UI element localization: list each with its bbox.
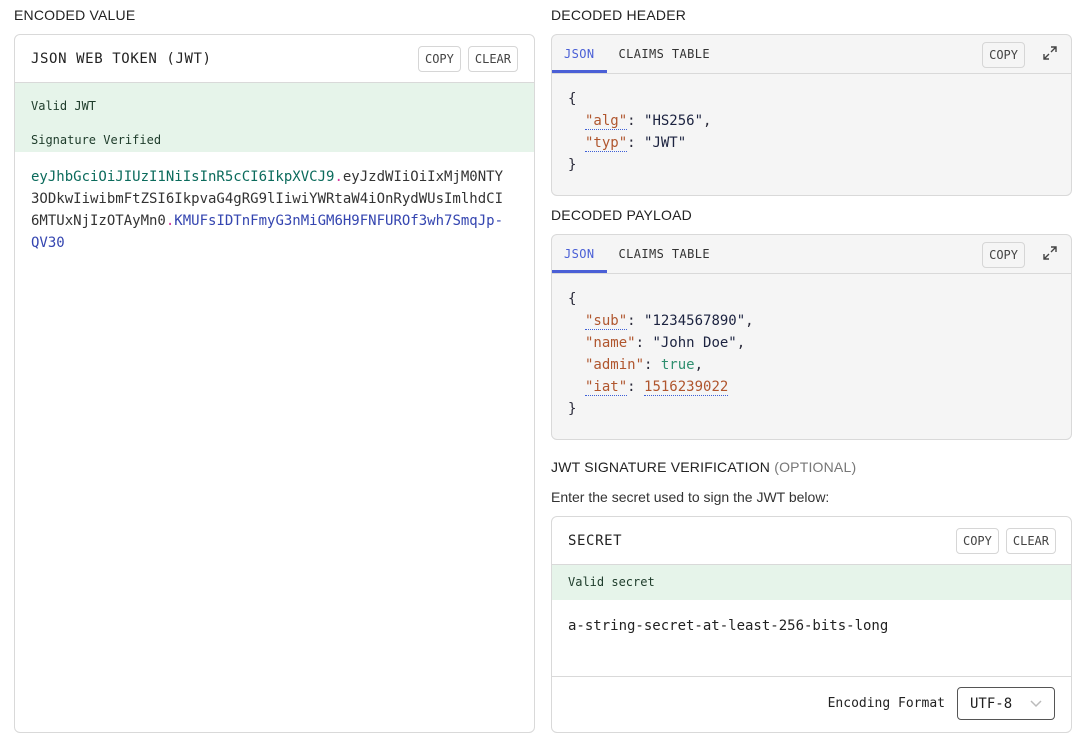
- decoded-payload-panel: JSON CLAIMS TABLE COPY { "sub": "1234567…: [551, 234, 1072, 440]
- signature-verification-title: JWT SIGNATURE VERIFICATION (OPTIONAL): [551, 459, 856, 475]
- decoded-header-title: DECODED HEADER: [551, 7, 686, 23]
- json-key[interactable]: "sub": [585, 313, 627, 330]
- clear-jwt-button[interactable]: CLEAR: [468, 46, 518, 72]
- optional-label: (OPTIONAL): [774, 459, 856, 475]
- secret-input[interactable]: a-string-secret-at-least-256-bits-long: [552, 600, 1071, 677]
- secret-instruction: Enter the secret used to sign the JWT be…: [551, 489, 829, 505]
- secret-panel: SECRET COPY CLEAR Valid secret a-string-…: [551, 516, 1072, 733]
- json-value: "1234567890": [644, 313, 745, 329]
- sep: :: [627, 135, 644, 151]
- json-value: "JWT": [644, 135, 686, 151]
- expand-icon[interactable]: [1043, 246, 1057, 265]
- jwt-panel-title: JSON WEB TOKEN (JWT): [31, 51, 212, 67]
- brace: }: [568, 398, 1055, 420]
- json-key: "name": [585, 335, 636, 351]
- sep: :: [644, 357, 661, 373]
- copy-secret-button[interactable]: COPY: [956, 528, 999, 554]
- encoding-value: UTF-8: [970, 696, 1012, 712]
- tab-json[interactable]: JSON: [552, 35, 607, 73]
- tab-claims-table[interactable]: CLAIMS TABLE: [607, 35, 723, 73]
- decoded-payload-title: DECODED PAYLOAD: [551, 207, 692, 223]
- json-key[interactable]: "alg": [585, 113, 627, 130]
- copy-jwt-button[interactable]: COPY: [418, 46, 461, 72]
- chevron-down-icon: [1030, 695, 1042, 713]
- signature-title-text: JWT SIGNATURE VERIFICATION: [551, 459, 770, 475]
- json-line: "name": "John Doe",: [568, 332, 1055, 354]
- expand-icon[interactable]: [1043, 46, 1057, 65]
- jwt-input[interactable]: eyJhbGciOiJIUzI1NiIsInR5cCI6IkpXVCJ9.eyJ…: [15, 152, 520, 268]
- jwt-panel: JSON WEB TOKEN (JWT) COPY CLEAR Valid JW…: [14, 34, 535, 733]
- sep: :: [627, 113, 644, 129]
- brace: }: [568, 154, 1055, 176]
- json-value: "HS256": [644, 113, 703, 129]
- encoding-format-label: Encoding Format: [828, 696, 945, 711]
- secret-title: SECRET: [568, 533, 622, 549]
- token-dot: .: [334, 169, 342, 185]
- tab-json[interactable]: JSON: [552, 235, 607, 273]
- brace: {: [568, 88, 1055, 110]
- encoded-value-title: ENCODED VALUE: [14, 7, 135, 23]
- sep: :: [627, 313, 644, 329]
- comma: ,: [695, 357, 703, 373]
- json-line: "alg": "HS256",: [568, 110, 1055, 132]
- comma: ,: [737, 335, 745, 351]
- jwt-panel-header: JSON WEB TOKEN (JWT) COPY CLEAR: [15, 35, 534, 83]
- json-line: "typ": "JWT": [568, 132, 1055, 154]
- json-value[interactable]: 1516239022: [644, 379, 728, 396]
- clear-secret-button[interactable]: CLEAR: [1006, 528, 1056, 554]
- brace: {: [568, 288, 1055, 310]
- json-value: true: [661, 357, 695, 373]
- json-line: "admin": true,: [568, 354, 1055, 376]
- comma: ,: [703, 113, 711, 129]
- jwt-status: Valid JWT Signature Verified: [15, 83, 534, 152]
- json-key[interactable]: "typ": [585, 135, 627, 152]
- sep: :: [636, 335, 653, 351]
- payload-json: { "sub": "1234567890", "name": "John Doe…: [552, 274, 1071, 434]
- header-json: { "alg": "HS256", "typ": "JWT" }: [552, 74, 1071, 190]
- encoding-format-select[interactable]: UTF-8: [957, 687, 1055, 720]
- comma: ,: [745, 313, 753, 329]
- json-value: "John Doe": [652, 335, 736, 351]
- json-line: "sub": "1234567890",: [568, 310, 1055, 332]
- copy-payload-button[interactable]: COPY: [982, 242, 1025, 268]
- tab-claims-table[interactable]: CLAIMS TABLE: [607, 235, 723, 273]
- json-key: "admin": [585, 357, 644, 373]
- sep: :: [627, 379, 644, 395]
- token-header: eyJhbGciOiJIUzI1NiIsInR5cCI6IkpXVCJ9: [31, 169, 334, 185]
- valid-secret-text: Valid secret: [552, 565, 1071, 600]
- copy-header-button[interactable]: COPY: [982, 42, 1025, 68]
- json-line: "iat": 1516239022: [568, 376, 1055, 398]
- signature-verified-text: Signature Verified: [31, 129, 518, 151]
- decoded-header-panel: JSON CLAIMS TABLE COPY { "alg": "HS256",…: [551, 34, 1072, 196]
- valid-jwt-text: Valid JWT: [31, 95, 518, 117]
- json-key[interactable]: "iat": [585, 379, 627, 396]
